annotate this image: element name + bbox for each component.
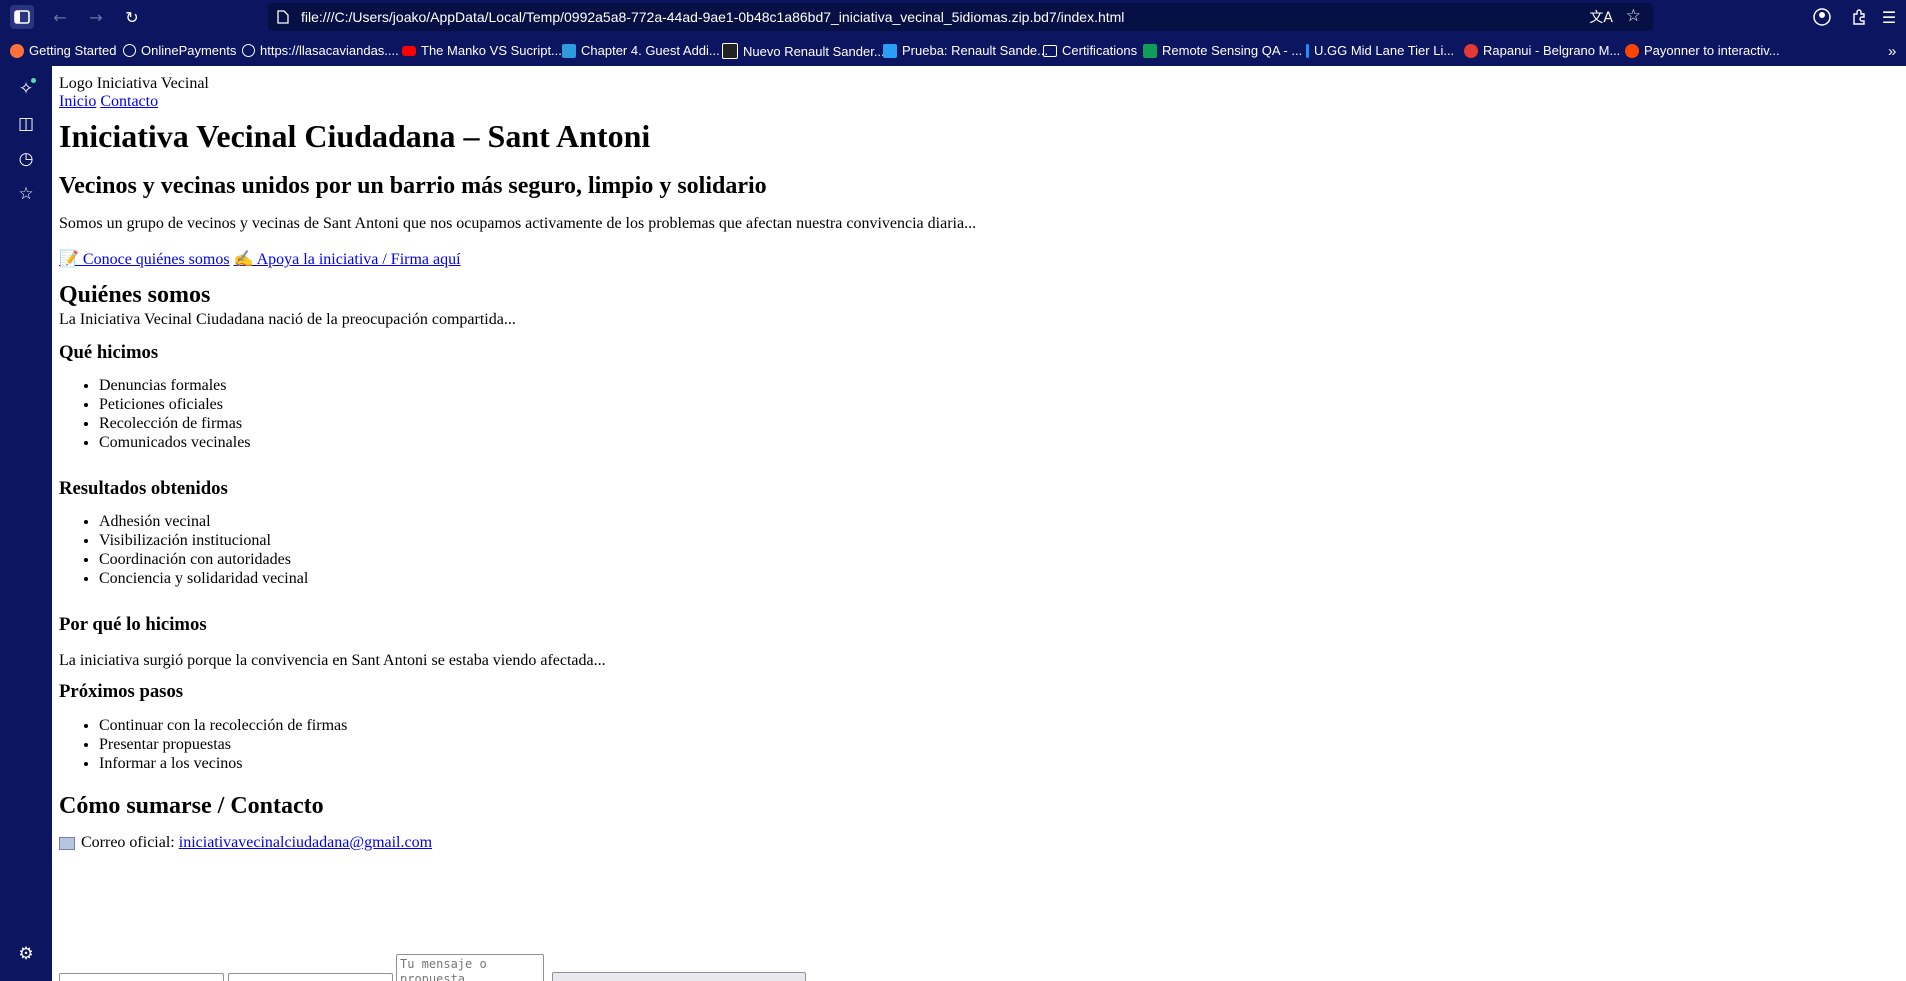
bookmarks-bar: Getting Started OnlinePayments https://l… xyxy=(0,40,1906,64)
rapanui-icon xyxy=(1464,43,1478,58)
extensions-icon[interactable] xyxy=(1847,5,1871,29)
bookmarks-overflow-icon[interactable]: » xyxy=(1888,43,1896,60)
browser-toolbar: ← → ↻ file:///C:/Users/joako/AppData/Loc… xyxy=(0,0,1906,33)
bookmark-star-icon[interactable]: ☆ xyxy=(1626,6,1641,26)
bookmark-item[interactable]: Payonner to interactiv... xyxy=(1625,43,1780,58)
bookmark-item[interactable]: https://llasacaviandas.... xyxy=(242,43,399,58)
writing-hand-icon: ✍ xyxy=(233,251,254,268)
sixteen-icon xyxy=(722,43,738,59)
list-item: Informar a los vecinos xyxy=(99,754,347,773)
list-item: Conciencia y solidaridad vecinal xyxy=(99,569,308,588)
folder-icon xyxy=(1043,44,1057,57)
list-item: Peticiones oficiales xyxy=(99,395,251,414)
ugg-icon xyxy=(1306,43,1309,58)
results-list: Adhesión vecinal Visibilización instituc… xyxy=(59,512,308,588)
email-icon xyxy=(59,836,75,850)
memo-icon: 📝 xyxy=(59,251,79,268)
list-item: Presentar propuestas xyxy=(99,735,347,754)
what-list: Denuncias formales Peticiones oficiales … xyxy=(59,376,251,452)
history-icon[interactable]: ◷ xyxy=(14,147,38,171)
about-heading: Quiénes somos xyxy=(59,282,211,308)
why-text: La iniciativa surgió porque la convivenc… xyxy=(59,652,606,669)
email-input[interactable] xyxy=(228,973,393,981)
sidebar-toggle-icon[interactable] xyxy=(10,5,34,29)
bookmarks-star-icon[interactable]: ☆ xyxy=(14,182,38,206)
intro-text: Somos un grupo de vecinos y vecinas de S… xyxy=(59,215,977,232)
email-link[interactable]: iniciativavecinalciudadana@gmail.com xyxy=(179,834,432,851)
bookmark-item[interactable]: U.GG Mid Lane Tier Li... xyxy=(1306,43,1454,58)
bookmark-item[interactable]: Rapanui - Belgrano M... xyxy=(1464,43,1620,58)
globe-icon xyxy=(242,44,255,57)
menu-icon[interactable]: ☰ xyxy=(1877,5,1901,29)
name-input[interactable] xyxy=(59,973,224,981)
contact-heading: Cómo sumarse / Contacto xyxy=(59,793,324,819)
what-heading: Qué hicimos xyxy=(59,342,159,363)
why-heading: Por qué lo hicimos xyxy=(59,614,207,635)
page-title: Iniciativa Vecinal Ciudadana – Sant Anto… xyxy=(59,118,651,154)
reddit-icon xyxy=(1625,43,1639,58)
account-icon[interactable] xyxy=(1810,5,1834,29)
cta-links: 📝 Conoce quiénes somos ✍ Apoya la inicia… xyxy=(59,250,461,269)
bookmark-item[interactable]: Prueba: Renault Sande... xyxy=(883,43,1048,58)
url-bar[interactable]: file:///C:/Users/joako/AppData/Local/Tem… xyxy=(268,3,1653,31)
bookmark-item[interactable]: Getting Started xyxy=(10,43,116,58)
vb-icon xyxy=(562,43,576,58)
page-viewport: Logo Iniciativa Vecinal Inicio Contacto … xyxy=(52,66,1906,981)
sidebar-rail: ✧ ◫ ◷ ☆ ⚙ xyxy=(0,66,52,981)
synced-tabs-icon[interactable]: ◫ xyxy=(14,112,38,136)
list-item: Coordinación con autoridades xyxy=(99,550,308,569)
about-link[interactable]: 📝 Conoce quiénes somos xyxy=(59,251,230,268)
sign-link[interactable]: ✍ Apoya la iniciativa / Firma aquí xyxy=(234,251,461,268)
bookmark-item[interactable]: Nuevo Renault Sander... xyxy=(722,43,885,59)
back-arrow-icon[interactable]: ← xyxy=(48,5,72,29)
top-nav: Inicio Contacto xyxy=(59,92,158,111)
list-item: Visibilización institucional xyxy=(99,531,308,550)
list-item: Denuncias formales xyxy=(99,376,251,395)
list-item: Continuar con la recolección de firmas xyxy=(99,716,347,735)
next-list: Continuar con la recolección de firmas P… xyxy=(59,716,347,773)
bookmark-item[interactable]: The Manko VS Sucript... xyxy=(402,43,562,58)
list-item: Adhesión vecinal xyxy=(99,512,308,531)
globe-icon xyxy=(123,44,136,57)
nav-link-inicio[interactable]: Inicio xyxy=(59,93,96,110)
about-text: La Iniciativa Vecinal Ciudadana nació de… xyxy=(59,311,516,328)
message-textarea[interactable]: Tu mensaje o propuesta xyxy=(396,954,544,981)
firefox-icon xyxy=(10,43,24,58)
bookmark-item[interactable]: Remote Sensing QA - ... xyxy=(1143,43,1302,58)
submit-button[interactable] xyxy=(552,972,806,981)
sheets-icon xyxy=(1143,43,1157,58)
slash-icon xyxy=(883,43,897,58)
bookmark-item[interactable]: Chapter 4. Guest Addi... xyxy=(562,43,720,58)
page-icon xyxy=(277,10,289,24)
nav-link-contacto[interactable]: Contacto xyxy=(100,93,158,110)
list-item: Comunicados vecinales xyxy=(99,433,251,452)
next-heading: Próximos pasos xyxy=(59,681,184,702)
bookmark-item[interactable]: Certifications xyxy=(1043,43,1137,58)
reload-icon[interactable]: ↻ xyxy=(120,5,144,29)
url-text: file:///C:/Users/joako/AppData/Local/Tem… xyxy=(301,9,1125,25)
translate-icon[interactable]: 文A xyxy=(1589,7,1613,27)
results-heading: Resultados obtenidos xyxy=(59,478,228,499)
page-subtitle: Vecinos y vecinas unidos por un barrio m… xyxy=(59,173,767,199)
forward-arrow-icon[interactable]: → xyxy=(84,5,108,29)
ai-sparkle-icon[interactable]: ✧ xyxy=(14,77,38,101)
youtube-icon xyxy=(402,45,416,56)
email-line: Correo oficial: iniciativavecinalciudada… xyxy=(59,833,432,852)
logo-text: Logo Iniciativa Vecinal xyxy=(59,75,209,92)
bookmark-item[interactable]: OnlinePayments xyxy=(123,43,236,58)
settings-gear-icon[interactable]: ⚙ xyxy=(14,942,38,966)
list-item: Recolección de firmas xyxy=(99,414,251,433)
